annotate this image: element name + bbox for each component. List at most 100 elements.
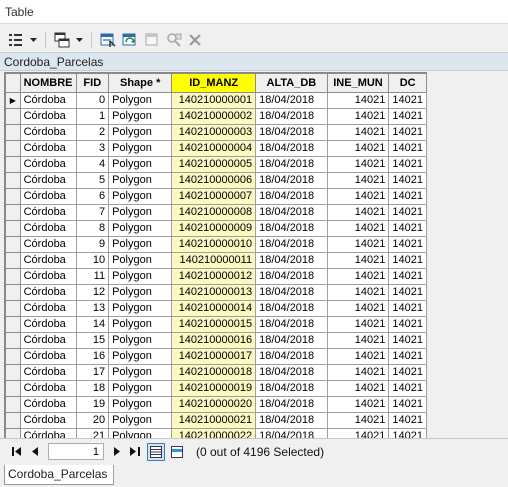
table-row[interactable]: ▶ Córdoba 0 Polygon 140210000001 18/04/2018 14… <box>5 92 427 109</box>
cell-alta-db[interactable]: 18/04/2018 <box>255 316 328 333</box>
row-selector[interactable] <box>5 380 21 397</box>
cell-ine-mun[interactable]: 14021 <box>326 412 390 429</box>
cell-alta-db[interactable]: 18/04/2018 <box>255 172 328 189</box>
cell-dc[interactable]: 14021 <box>388 284 427 301</box>
cell-shape[interactable]: Polygon <box>108 316 173 333</box>
cell-alta-db[interactable]: 18/04/2018 <box>255 332 328 349</box>
cell-ine-mun[interactable]: 14021 <box>326 428 390 438</box>
cell-ine-mun[interactable]: 14021 <box>326 268 390 285</box>
cell-ine-mun[interactable]: 14021 <box>326 108 390 125</box>
cell-alta-db[interactable]: 18/04/2018 <box>255 412 328 429</box>
cell-id-manz[interactable]: 140210000002 <box>171 108 257 125</box>
row-selector[interactable] <box>5 236 21 253</box>
cell-shape[interactable]: Polygon <box>108 428 173 438</box>
table-row[interactable]: Córdoba 8 Polygon 140210000009 18/04/2018 140… <box>5 220 427 237</box>
cell-dc[interactable]: 14021 <box>388 220 427 237</box>
cell-id-manz[interactable]: 140210000003 <box>171 124 257 141</box>
cell-dc[interactable]: 14021 <box>388 348 427 365</box>
cell-ine-mun[interactable]: 14021 <box>326 204 390 221</box>
cell-nombre[interactable]: Córdoba <box>19 108 77 125</box>
cell-id-manz[interactable]: 140210000021 <box>171 412 257 429</box>
cell-id-manz[interactable]: 140210000005 <box>171 156 257 173</box>
cell-nombre[interactable]: Córdoba <box>19 380 77 397</box>
cell-fid[interactable]: 7 <box>75 204 110 221</box>
cell-shape[interactable]: Polygon <box>108 172 173 189</box>
column-header-alta-db[interactable]: ALTA_DB <box>255 73 328 93</box>
cell-id-manz[interactable]: 140210000008 <box>171 204 257 221</box>
cell-dc[interactable]: 14021 <box>388 204 427 221</box>
cell-shape[interactable]: Polygon <box>108 364 173 381</box>
select-by-attributes-button[interactable] <box>98 31 118 49</box>
table-row[interactable]: Córdoba 17 Polygon 140210000018 18/04/2018 14… <box>5 364 427 381</box>
column-header-fid[interactable]: FID <box>75 73 110 93</box>
cell-fid[interactable]: 2 <box>75 124 110 141</box>
cell-nombre[interactable]: Córdoba <box>19 92 77 109</box>
table-row[interactable]: Córdoba 20 Polygon 140210000021 18/04/2018 14… <box>5 412 427 429</box>
cell-alta-db[interactable]: 18/04/2018 <box>255 92 328 109</box>
cell-ine-mun[interactable]: 14021 <box>326 188 390 205</box>
cell-ine-mun[interactable]: 14021 <box>326 252 390 269</box>
cell-ine-mun[interactable]: 14021 <box>326 364 390 381</box>
cell-nombre[interactable]: Córdoba <box>19 124 77 141</box>
cell-ine-mun[interactable]: 14021 <box>326 172 390 189</box>
cell-alta-db[interactable]: 18/04/2018 <box>255 396 328 413</box>
cell-id-manz[interactable]: 140210000004 <box>171 140 257 157</box>
cell-shape[interactable]: Polygon <box>108 204 173 221</box>
table-row[interactable]: Córdoba 16 Polygon 140210000017 18/04/2018 14… <box>5 348 427 365</box>
cell-alta-db[interactable]: 18/04/2018 <box>255 220 328 237</box>
table-row[interactable]: Córdoba 19 Polygon 140210000020 18/04/2018 14… <box>5 396 427 413</box>
table-options-button[interactable] <box>6 31 26 49</box>
table-row[interactable]: Córdoba 10 Polygon 140210000011 18/04/2018 14… <box>5 252 427 269</box>
row-selector[interactable] <box>5 364 21 381</box>
cell-alta-db[interactable]: 18/04/2018 <box>255 140 328 157</box>
cell-alta-db[interactable]: 18/04/2018 <box>255 124 328 141</box>
cell-shape[interactable]: Polygon <box>108 412 173 429</box>
cell-shape[interactable]: Polygon <box>108 396 173 413</box>
row-selector[interactable] <box>5 188 21 205</box>
cell-shape[interactable]: Polygon <box>108 268 173 285</box>
row-selector[interactable] <box>5 252 21 269</box>
row-selector[interactable] <box>5 300 21 317</box>
cell-fid[interactable]: 1 <box>75 108 110 125</box>
row-selector[interactable] <box>5 108 21 125</box>
cell-alta-db[interactable]: 18/04/2018 <box>255 188 328 205</box>
cell-nombre[interactable]: Córdoba <box>19 188 77 205</box>
cell-ine-mun[interactable]: 14021 <box>326 284 390 301</box>
cell-shape[interactable]: Polygon <box>108 140 173 157</box>
cell-id-manz[interactable]: 140210000017 <box>171 348 257 365</box>
row-selector[interactable] <box>5 348 21 365</box>
row-selector[interactable] <box>5 428 21 438</box>
last-record-button[interactable] <box>126 443 144 461</box>
row-selector[interactable] <box>5 284 21 301</box>
row-selector[interactable] <box>5 220 21 237</box>
cell-fid[interactable]: 12 <box>75 284 110 301</box>
cell-id-manz[interactable]: 140210000013 <box>171 284 257 301</box>
cell-id-manz[interactable]: 140210000020 <box>171 396 257 413</box>
cell-shape[interactable]: Polygon <box>108 92 173 109</box>
show-all-records-button[interactable] <box>147 442 165 461</box>
cell-dc[interactable]: 14021 <box>388 364 427 381</box>
table-row[interactable]: Córdoba 15 Polygon 140210000016 18/04/2018 14… <box>5 332 427 349</box>
cell-dc[interactable]: 14021 <box>388 380 427 397</box>
cell-id-manz[interactable]: 140210000006 <box>171 172 257 189</box>
cell-nombre[interactable]: Córdoba <box>19 140 77 157</box>
cell-nombre[interactable]: Córdoba <box>19 316 77 333</box>
cell-alta-db[interactable]: 18/04/2018 <box>255 380 328 397</box>
table-row[interactable]: Córdoba 2 Polygon 140210000003 18/04/2018 140… <box>5 124 427 141</box>
cell-id-manz[interactable]: 140210000012 <box>171 268 257 285</box>
zoom-to-selected-button[interactable] <box>164 31 184 49</box>
cell-shape[interactable]: Polygon <box>108 332 173 349</box>
table-row[interactable]: Córdoba 4 Polygon 140210000005 18/04/2018 140… <box>5 156 427 173</box>
row-selector[interactable] <box>5 156 21 173</box>
cell-nombre[interactable]: Córdoba <box>19 252 77 269</box>
cell-alta-db[interactable]: 18/04/2018 <box>255 268 328 285</box>
next-record-button[interactable] <box>108 443 126 461</box>
cell-ine-mun[interactable]: 14021 <box>326 156 390 173</box>
column-header-ine-mun[interactable]: INE_MUN <box>326 73 390 93</box>
cell-fid[interactable]: 11 <box>75 268 110 285</box>
cell-ine-mun[interactable]: 14021 <box>326 316 390 333</box>
row-selector[interactable] <box>5 140 21 157</box>
cell-dc[interactable]: 14021 <box>388 156 427 173</box>
cell-id-manz[interactable]: 140210000016 <box>171 332 257 349</box>
cell-nombre[interactable]: Córdoba <box>19 348 77 365</box>
